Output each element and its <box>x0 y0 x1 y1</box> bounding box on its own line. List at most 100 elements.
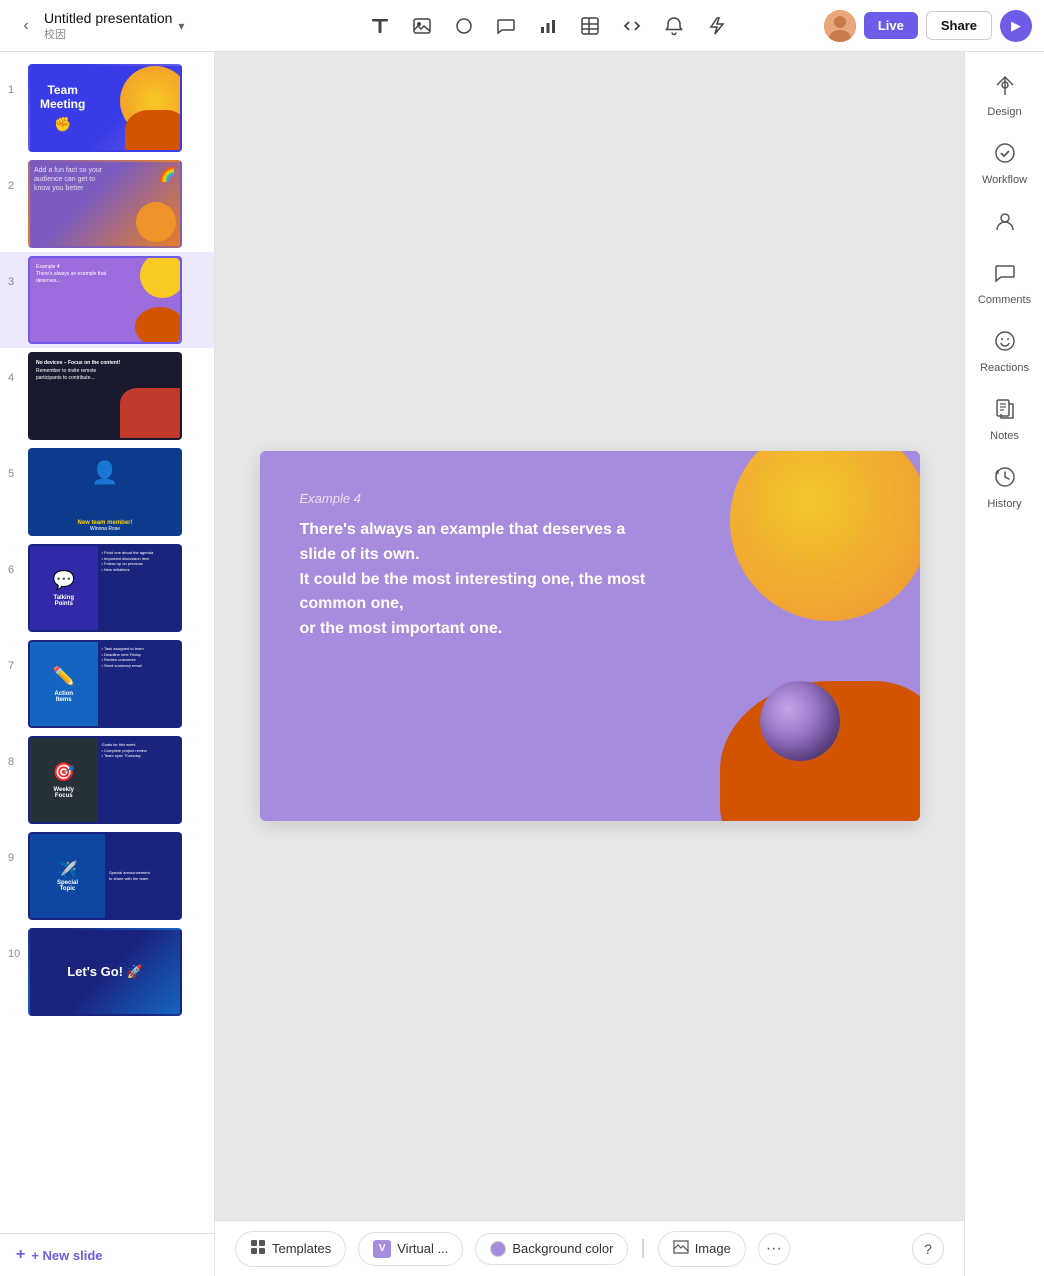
design-label: Design <box>987 106 1021 118</box>
slide-number-3: 3 <box>8 276 22 288</box>
slide-item-3[interactable]: 3 Example 4There's always an example tha… <box>0 252 214 348</box>
templates-button[interactable]: Templates <box>235 1231 346 1267</box>
more-icon: ··· <box>766 1240 782 1258</box>
slide-thumb-10: Let's Go! 🚀 <box>28 928 182 1016</box>
topbar-left: ‹ Untitled presentation 校因 ▾ <box>12 10 272 42</box>
slide-number-2: 2 <box>8 180 22 192</box>
text-tool-button[interactable] <box>362 8 398 44</box>
slide-number-4: 4 <box>8 372 22 384</box>
slide-thumb-3: Example 4There's always an example that … <box>28 256 182 344</box>
templates-label: Templates <box>272 1241 331 1256</box>
slide-number-6: 6 <box>8 564 22 576</box>
slide-item-5[interactable]: 5 👤 New team member! Winona Rose <box>0 444 214 540</box>
new-slide-label: + New slide <box>31 1248 102 1263</box>
shape-tool-button[interactable] <box>446 8 482 44</box>
slide-main-text: There's always an example that deserves … <box>300 518 663 642</box>
history-label: History <box>987 498 1021 510</box>
reactions-icon <box>994 330 1016 358</box>
slide-content: Example 4 There's always an example that… <box>300 491 663 642</box>
slide-item-7[interactable]: 7 ✏️ ActionItems • Task assigned to team… <box>0 636 214 732</box>
yellow-shape <box>730 451 920 621</box>
virtual-label: Virtual ... <box>397 1241 448 1256</box>
example-label: Example 4 <box>300 491 663 506</box>
slide-item-2[interactable]: 2 Add a fun fact so youraudience can get… <box>0 156 214 252</box>
sidebar-item-reactions[interactable]: Reactions <box>971 320 1039 384</box>
canvas-bottom-bar: Templates V Virtual ... Background color… <box>215 1220 964 1276</box>
sidebar-item-notes[interactable]: Notes <box>971 388 1039 452</box>
slide-thumb-1: TeamMeeting ✊ <box>28 64 182 152</box>
notes-label: Notes <box>990 430 1019 442</box>
image-label: Image <box>695 1241 731 1256</box>
share-button[interactable]: Share <box>926 11 992 40</box>
image-tool-button[interactable] <box>404 8 440 44</box>
table-tool-button[interactable] <box>572 8 608 44</box>
canvas-main: Example 4 There's always an example that… <box>215 52 964 1220</box>
slide-item-1[interactable]: 1 TeamMeeting ✊ <box>0 60 214 156</box>
slide-number-7: 7 <box>8 660 22 672</box>
embed-tool-button[interactable] <box>614 8 650 44</box>
slide-item-10[interactable]: 10 Let's Go! 🚀 <box>0 924 214 1020</box>
slide-list: 1 TeamMeeting ✊ 2 Add a fun fac <box>0 52 214 1233</box>
title-block: Untitled presentation 校因 <box>44 10 172 42</box>
design-icon <box>994 74 1016 102</box>
play-button[interactable]: ▶ <box>1000 10 1032 42</box>
sidebar-item-history[interactable]: History <box>971 456 1039 520</box>
bell-icon[interactable] <box>656 8 692 44</box>
workflow-icon <box>994 142 1016 170</box>
topbar: ‹ Untitled presentation 校因 ▾ <box>0 0 1044 52</box>
background-color-button[interactable]: Background color <box>475 1233 628 1265</box>
sidebar-item-comments[interactable]: Comments <box>971 252 1039 316</box>
reactions-label: Reactions <box>980 362 1029 374</box>
profile-icon <box>994 210 1016 238</box>
slide-thumb-8: 🎯 WeeklyFocus Goals for this week• Compl… <box>28 736 182 824</box>
templates-icon <box>250 1239 266 1259</box>
virtual-icon: V <box>373 1240 391 1258</box>
back-button[interactable]: ‹ <box>12 12 40 40</box>
user-avatar[interactable] <box>824 10 856 42</box>
chart-tool-button[interactable] <box>530 8 566 44</box>
sidebar-item-workflow[interactable]: Workflow <box>971 132 1039 196</box>
slide-thumb-5: 👤 New team member! Winona Rose <box>28 448 182 536</box>
slide-thumb-4: No devices – Focus on the content!Rememb… <box>28 352 182 440</box>
slide-number-1: 1 <box>8 84 22 96</box>
sidebar-item-design[interactable]: Design <box>971 64 1039 128</box>
notes-icon <box>994 398 1016 426</box>
slide-canvas[interactable]: Example 4 There's always an example that… <box>260 451 920 821</box>
title-chevron-icon[interactable]: ▾ <box>178 19 184 33</box>
slide-thumb-2: Add a fun fact so youraudience can get t… <box>28 160 182 248</box>
comment-tool-button[interactable] <box>488 8 524 44</box>
help-button[interactable]: ? <box>912 1233 944 1265</box>
slide-number-10: 10 <box>8 948 22 960</box>
background-color-label: Background color <box>512 1241 613 1256</box>
main-layout: 1 TeamMeeting ✊ 2 Add a fun fac <box>0 52 1044 1276</box>
workflow-label: Workflow <box>982 174 1027 186</box>
flash-icon[interactable] <box>698 8 734 44</box>
sphere-shape <box>760 681 840 761</box>
slide-thumb-6: 💬 TalkingPoints • Point one about the ag… <box>28 544 182 632</box>
background-color-dot <box>490 1241 506 1257</box>
canvas-area: Example 4 There's always an example that… <box>215 52 964 1276</box>
right-sidebar: Design Workflow Comments Reactions <box>964 52 1044 1276</box>
presentation-title: Untitled presentation <box>44 10 172 26</box>
new-slide-footer[interactable]: + + New slide <box>0 1233 214 1276</box>
toolbar-icons <box>280 8 816 44</box>
slide-panel: 1 TeamMeeting ✊ 2 Add a fun fac <box>0 52 215 1276</box>
virtual-button[interactable]: V Virtual ... <box>358 1232 463 1266</box>
slide-item-9[interactable]: 9 ✈️ SpecialTopic Special announcementto… <box>0 828 214 924</box>
image-icon <box>673 1239 689 1259</box>
image-button[interactable]: Image <box>658 1231 746 1267</box>
slide-item-4[interactable]: 4 No devices – Focus on the content!Reme… <box>0 348 214 444</box>
sidebar-item-profile[interactable] <box>971 200 1039 248</box>
comments-label: Comments <box>978 294 1031 306</box>
slide-item-8[interactable]: 8 🎯 WeeklyFocus Goals for this week• Com… <box>0 732 214 828</box>
slide-thumb-7: ✏️ ActionItems • Task assigned to team• … <box>28 640 182 728</box>
live-button[interactable]: Live <box>864 12 918 39</box>
comments-icon <box>994 262 1016 290</box>
topbar-right: Live Share ▶ <box>824 10 1032 42</box>
slide-item-6[interactable]: 6 💬 TalkingPoints • Point one about the … <box>0 540 214 636</box>
presentation-subtitle: 校因 <box>44 26 172 42</box>
slide-number-8: 8 <box>8 756 22 768</box>
more-button[interactable]: ··· <box>758 1233 790 1265</box>
divider: | <box>640 1237 645 1260</box>
plus-icon: + <box>16 1246 25 1264</box>
